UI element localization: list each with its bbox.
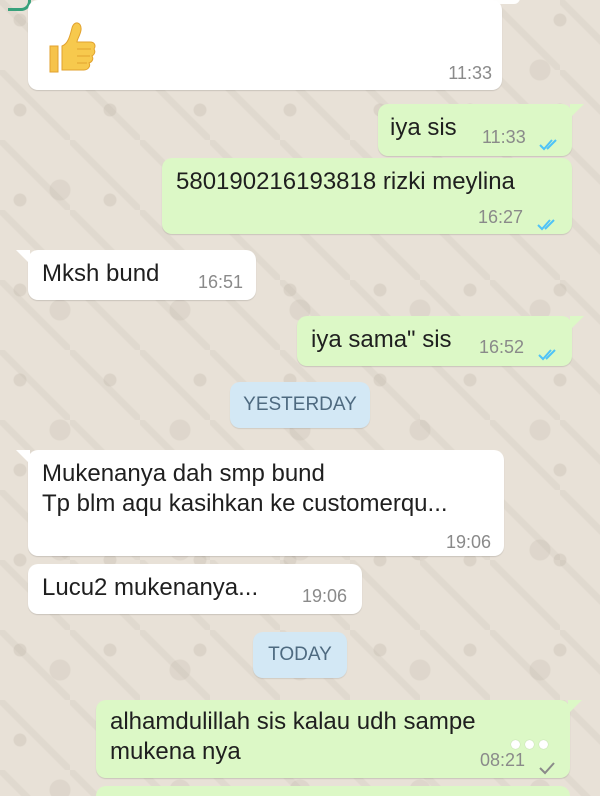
message-time: 19:06	[302, 586, 348, 606]
message-text: iya sama" sis	[311, 326, 452, 353]
chat-background: 11:33 iya sis 11:33 580190216193818 rizk…	[0, 0, 600, 796]
read-receipt-icon	[538, 129, 562, 151]
message-incoming[interactable]: Mksh bund 16:51	[16, 250, 256, 300]
message-time: 16:52	[479, 337, 525, 357]
message-outgoing[interactable]: iya sama" sis 16:52	[297, 316, 584, 366]
message-incoming-thumbs-up[interactable]: 11:33	[28, 0, 502, 90]
message-time: 16:27	[478, 207, 524, 227]
date-divider-yesterday: YESTERDAY	[230, 382, 370, 428]
thumbs-up-emoji	[46, 18, 96, 76]
read-receipt-icon	[537, 339, 561, 361]
read-receipt-icon	[536, 209, 560, 231]
message-text-line-1: Mukenanya dah smp bund	[42, 460, 325, 487]
message-outgoing[interactable]: 580190216193818 rizki meylina 16:27	[162, 158, 572, 234]
message-time: 19:06	[446, 532, 492, 552]
message-time: 16:51	[198, 272, 244, 292]
message-incoming[interactable]: Mukenanya dah smp bund Tp blm aqu kasihk…	[16, 450, 504, 556]
message-text: 580190216193818 rizki meylina	[176, 168, 515, 195]
message-outgoing[interactable]: iya sis 11:33	[378, 104, 584, 156]
date-divider-today: TODAY	[253, 632, 347, 678]
sent-check-icon	[536, 752, 560, 775]
more-options-icon[interactable]	[511, 740, 555, 754]
message-time: 11:33	[448, 63, 492, 83]
message-outgoing[interactable]: alhamdulillah sis kalau udh sampe mukena…	[96, 700, 582, 778]
message-text: Lucu2 mukenanya...	[42, 574, 259, 601]
message-text-line-1: alhamdulillah sis kalau udh sampe	[110, 708, 476, 735]
message-outgoing-partial[interactable]	[96, 786, 570, 796]
message-text-line-2: mukena nya	[110, 738, 241, 765]
message-time: 11:33	[482, 127, 526, 147]
message-text-line-2: Tp blm aqu kasihkan ke customerqu...	[42, 490, 448, 517]
thumbs-up-icon	[49, 22, 96, 73]
message-text: iya sis	[390, 114, 457, 141]
message-incoming[interactable]: Lucu2 mukenanya... 19:06	[28, 564, 362, 614]
message-text: Mksh bund	[42, 260, 160, 287]
